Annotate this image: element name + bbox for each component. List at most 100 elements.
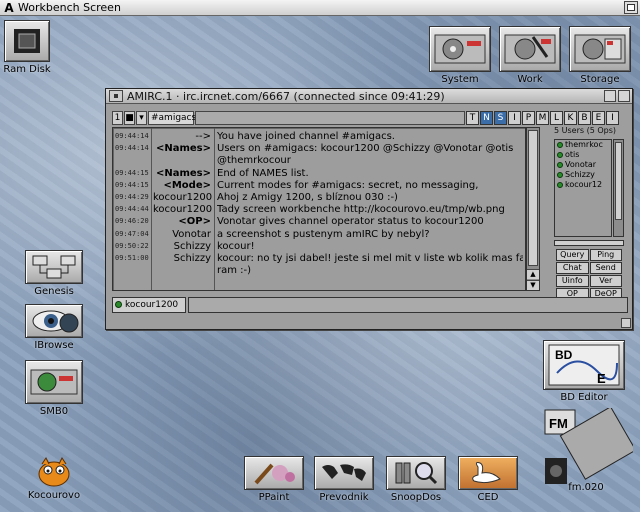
channel-square-button[interactable]: ■ <box>124 110 135 125</box>
ramdisk-icon[interactable] <box>4 20 50 62</box>
user-list-item[interactable]: Vonotar <box>555 160 611 170</box>
user-list-item[interactable]: otis <box>555 150 611 160</box>
work-icon-tile[interactable]: Work <box>498 26 562 85</box>
uinfo-button[interactable]: Uinfo <box>556 275 589 287</box>
log-row: 09:44:15 <Mode> Current modes for #amigacs… <box>113 179 525 192</box>
log-message: kocour! <box>217 240 255 252</box>
channel-dropdown-icon[interactable]: ▾ <box>136 110 147 125</box>
nick-button[interactable]: kocour1200 <box>112 297 186 313</box>
mode-button-l[interactable]: L <box>550 110 563 125</box>
snoopdos-icon-tile[interactable]: SnoopDos <box>384 456 448 503</box>
mode-button-p[interactable]: P <box>522 110 535 125</box>
ced-label: CED <box>477 492 499 503</box>
svg-text:E: E <box>597 371 606 386</box>
smb0-icon-tile[interactable]: SMB0 <box>22 360 86 417</box>
mode-button-b[interactable]: B <box>578 110 591 125</box>
user-list[interactable]: themrkoc otis Vonotar Schizzy kocour12 <box>554 139 612 237</box>
irc-toolbar: 1 ■ ▾ #amigacs TNSIPMLKBEI <box>112 110 628 125</box>
screen-title: Workbench Screen <box>18 1 121 14</box>
ibrowse-icon-tile[interactable]: IBrowse <box>22 304 86 351</box>
op-status-icon <box>557 162 563 168</box>
genesis-icon-tile[interactable]: Genesis <box>22 250 86 297</box>
log-scrollbar[interactable]: ▲ ▼ <box>526 127 540 291</box>
bdeditor-icon[interactable]: BD E <box>543 340 625 390</box>
user-list-scrollbar[interactable] <box>613 139 624 237</box>
window-zoom-gadget[interactable] <box>604 90 616 102</box>
window-size-gadget[interactable] <box>621 318 631 328</box>
mode-button-n[interactable]: N <box>480 110 493 125</box>
storage-label: Storage <box>580 74 620 85</box>
mode-button-m[interactable]: M <box>536 110 549 125</box>
screen-depth-gadget[interactable] <box>624 1 638 14</box>
message-input[interactable] <box>188 297 628 313</box>
log-nick: kocour1200 <box>153 192 213 203</box>
op-status-icon <box>557 172 563 178</box>
window-close-gadget[interactable] <box>109 90 123 102</box>
kocourovo-icon-tile[interactable]: Kocourovo <box>22 456 86 501</box>
channel-field[interactable]: #amigacs <box>148 110 196 125</box>
log-message: End of NAMES list. <box>217 167 309 179</box>
window-number-button[interactable]: 1 <box>112 110 123 125</box>
fm020-icon[interactable]: FM <box>539 406 637 488</box>
magnifier-icon[interactable] <box>386 456 446 490</box>
storage-icon-tile[interactable]: Storage <box>568 26 632 85</box>
ver-button[interactable]: Ver <box>589 275 622 287</box>
log-row: 09:47:04 Vonotar a screenshot s pustenym a… <box>113 228 525 241</box>
user-list-item[interactable]: themrkoc <box>555 140 611 150</box>
user-list-panel: 5 Users (5 Ops) themrkoc otis Vonotar Schiz… <box>554 125 624 241</box>
ppaint-brush-icon[interactable] <box>244 456 304 490</box>
log-timestamp: 09:44:29 <box>115 193 149 201</box>
mode-button-s[interactable]: S <box>494 110 507 125</box>
ramdisk-icon-tile[interactable]: Ram Disk <box>2 20 52 75</box>
log-nick: Vonotar <box>172 228 211 240</box>
log-timestamp: 09:44:15 <box>115 168 149 177</box>
system-icon-tile[interactable]: System <box>428 26 492 85</box>
user-list-hscroll[interactable] <box>554 240 624 246</box>
amirc-window-titlebar[interactable]: AMIRC.1 · irc.ircnet.com/6667 (connected… <box>106 89 632 104</box>
smb0-drive-icon[interactable] <box>25 360 83 404</box>
mode-button-k[interactable]: K <box>564 110 577 125</box>
ppaint-icon-tile[interactable]: PPaint <box>242 456 306 503</box>
log-timestamp: 09:46:20 <box>115 217 149 226</box>
fm020-icon-tile[interactable]: FM fm.020 <box>538 406 637 493</box>
chat-button[interactable]: Chat <box>556 262 589 274</box>
mode-button-i[interactable]: I <box>606 110 619 125</box>
log-nick: <Names> <box>155 143 211 155</box>
genesis-label: Genesis <box>34 286 74 297</box>
genesis-network-icon[interactable] <box>25 250 83 284</box>
query-button[interactable]: Query <box>556 249 589 261</box>
bdeditor-icon-tile[interactable]: BD E BD Editor <box>542 340 626 403</box>
mode-button-t[interactable]: T <box>466 110 479 125</box>
work-drive-icon[interactable] <box>499 26 561 72</box>
log-row: @themrkocour <box>113 154 525 167</box>
log-message: Vonotar gives channel operator status to… <box>217 216 484 228</box>
log-message: a screenshot s pustenym amIRC by nebyl? <box>217 228 430 240</box>
scroll-down-arrow-icon[interactable]: ▼ <box>527 280 539 290</box>
ping-button[interactable]: Ping <box>589 249 622 261</box>
mode-button-e[interactable]: E <box>592 110 605 125</box>
ced-icon-tile[interactable]: CED <box>456 456 520 503</box>
message-log[interactable]: 09:44:14 --> You have joined channel #amig… <box>112 127 526 291</box>
mode-button-i[interactable]: I <box>508 110 521 125</box>
log-row: 09:44:44 kocour1200 Tady screen workbenche… <box>113 203 525 216</box>
world-map-icon[interactable] <box>314 456 374 490</box>
prevodnik-icon-tile[interactable]: Prevodnik <box>312 456 376 503</box>
storage-drive-icon[interactable] <box>569 26 631 72</box>
system-drive-icon[interactable] <box>429 26 491 72</box>
swan-icon[interactable] <box>458 456 518 490</box>
garfield-cat-icon[interactable] <box>34 456 74 488</box>
user-list-item[interactable]: Schizzy <box>555 170 611 180</box>
scroll-up-arrow-icon[interactable]: ▲ <box>527 269 539 279</box>
svg-text:BD: BD <box>555 348 573 362</box>
send-button[interactable]: Send <box>589 262 622 274</box>
prevodnik-label: Prevodnik <box>319 492 369 503</box>
ibrowse-label: IBrowse <box>34 340 74 351</box>
user-list-item[interactable]: kocour12 <box>555 180 611 190</box>
log-timestamp: 09:50:22 <box>115 241 149 250</box>
input-row: kocour1200 <box>112 297 628 313</box>
topic-field[interactable] <box>195 110 465 125</box>
window-depth-gadget[interactable] <box>618 90 630 102</box>
ibrowse-eye-icon[interactable] <box>25 304 83 338</box>
log-row: 09:46:20 <OP> Vonotar gives channel operat… <box>113 215 525 228</box>
log-scroll-thumb[interactable] <box>528 130 538 266</box>
